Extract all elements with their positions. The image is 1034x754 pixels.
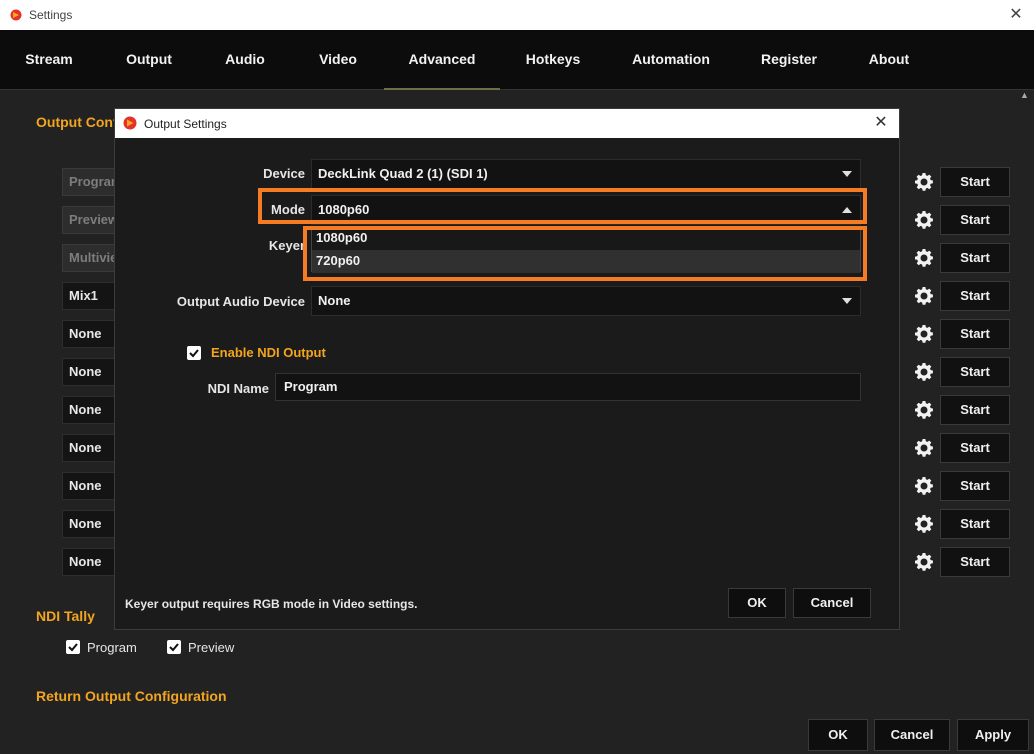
- tab-hotkeys[interactable]: Hotkeys: [516, 30, 590, 90]
- settings-tab-bar: Stream Output Audio Video Advanced Hotke…: [0, 30, 1034, 90]
- dialog-titlebar: Output Settings ✕: [115, 109, 899, 138]
- tab-video[interactable]: Video: [302, 30, 374, 90]
- source-select-program[interactable]: Program: [62, 168, 122, 196]
- source-select-10[interactable]: None: [62, 510, 122, 538]
- gear-icon[interactable]: [914, 362, 934, 382]
- source-select-9[interactable]: None: [62, 472, 122, 500]
- window-close-icon[interactable]: ✕: [1006, 5, 1026, 25]
- return-output-title: Return Output Configuration: [36, 688, 227, 704]
- tally-program-label: Program: [87, 640, 137, 655]
- start-button[interactable]: Start: [940, 205, 1010, 235]
- output-settings-dialog: Output Settings ✕ Device DeckLink Quad 2…: [114, 108, 900, 630]
- gear-icon[interactable]: [914, 324, 934, 344]
- start-button[interactable]: Start: [940, 433, 1010, 463]
- gear-icon[interactable]: [914, 400, 934, 420]
- audio-device-select[interactable]: None: [311, 286, 861, 316]
- apply-button[interactable]: Apply: [957, 719, 1029, 751]
- output-config-title: Output Conf: [36, 114, 118, 130]
- gear-icon[interactable]: [914, 552, 934, 572]
- keyer-note: Keyer output requires RGB mode in Video …: [125, 597, 418, 611]
- dialog-close-icon[interactable]: ✕: [871, 113, 891, 133]
- gear-icon[interactable]: [914, 210, 934, 230]
- app-logo-icon: [10, 9, 22, 21]
- check-icon: [68, 643, 78, 652]
- window-title: Settings: [29, 8, 73, 22]
- start-button[interactable]: Start: [940, 509, 1010, 539]
- audio-device-label: Output Audio Device: [176, 294, 305, 309]
- tab-audio[interactable]: Audio: [210, 30, 280, 90]
- source-select-11[interactable]: None: [62, 548, 122, 576]
- start-button[interactable]: Start: [940, 281, 1010, 311]
- chevron-down-icon: [842, 298, 852, 304]
- dialog-title: Output Settings: [144, 117, 227, 131]
- dialog-ok-button[interactable]: OK: [728, 588, 786, 618]
- cancel-button[interactable]: Cancel: [874, 719, 950, 751]
- options-highlight-box: [303, 226, 867, 281]
- chevron-down-icon: [842, 171, 852, 177]
- start-button[interactable]: Start: [940, 167, 1010, 197]
- check-icon: [189, 349, 199, 358]
- ok-button[interactable]: OK: [808, 719, 868, 751]
- mode-highlight-box: [258, 188, 867, 224]
- source-select-mix1[interactable]: Mix1: [62, 282, 122, 310]
- source-select-8[interactable]: None: [62, 434, 122, 462]
- source-select-5[interactable]: None: [62, 320, 122, 348]
- source-select-multiview[interactable]: Multiview: [62, 244, 122, 272]
- check-icon: [169, 643, 179, 652]
- ndi-name-input[interactable]: Program: [275, 373, 861, 401]
- tab-stream[interactable]: Stream: [12, 30, 86, 90]
- ndi-tally-title: NDI Tally: [36, 608, 95, 624]
- start-button[interactable]: Start: [940, 319, 1010, 349]
- tab-advanced[interactable]: Advanced: [384, 30, 500, 90]
- tab-register[interactable]: Register: [752, 30, 826, 90]
- device-label: Device: [263, 166, 305, 181]
- audio-device-select-value: None: [318, 293, 351, 308]
- dialog-cancel-button[interactable]: Cancel: [793, 588, 871, 618]
- start-button[interactable]: Start: [940, 357, 1010, 387]
- enable-ndi-label: Enable NDI Output: [211, 345, 326, 360]
- device-select[interactable]: DeckLink Quad 2 (1) (SDI 1): [311, 159, 861, 189]
- start-button[interactable]: Start: [940, 471, 1010, 501]
- tab-about[interactable]: About: [858, 30, 920, 90]
- gear-icon[interactable]: [914, 438, 934, 458]
- gear-icon[interactable]: [914, 514, 934, 534]
- tab-output[interactable]: Output: [112, 30, 186, 90]
- app-logo-icon: [123, 116, 137, 130]
- window-titlebar: Settings ✕: [0, 0, 1034, 30]
- ndi-name-label: NDI Name: [207, 381, 269, 396]
- gear-icon[interactable]: [914, 476, 934, 496]
- gear-icon[interactable]: [914, 172, 934, 192]
- source-select-7[interactable]: None: [62, 396, 122, 424]
- source-select-preview[interactable]: Preview: [62, 206, 122, 234]
- gear-icon[interactable]: [914, 248, 934, 268]
- start-button[interactable]: Start: [940, 547, 1010, 577]
- start-button[interactable]: Start: [940, 395, 1010, 425]
- tally-preview-checkbox[interactable]: [167, 640, 181, 654]
- keyer-label: Keyer: [268, 238, 305, 253]
- source-select-6[interactable]: None: [62, 358, 122, 386]
- device-select-value: DeckLink Quad 2 (1) (SDI 1): [318, 166, 488, 181]
- tab-automation[interactable]: Automation: [624, 30, 718, 90]
- scroll-up-icon[interactable]: ▲: [1020, 90, 1030, 100]
- gear-icon[interactable]: [914, 286, 934, 306]
- tally-program-checkbox[interactable]: [66, 640, 80, 654]
- start-button[interactable]: Start: [940, 243, 1010, 273]
- tally-preview-label: Preview: [188, 640, 235, 655]
- enable-ndi-checkbox[interactable]: [187, 346, 201, 360]
